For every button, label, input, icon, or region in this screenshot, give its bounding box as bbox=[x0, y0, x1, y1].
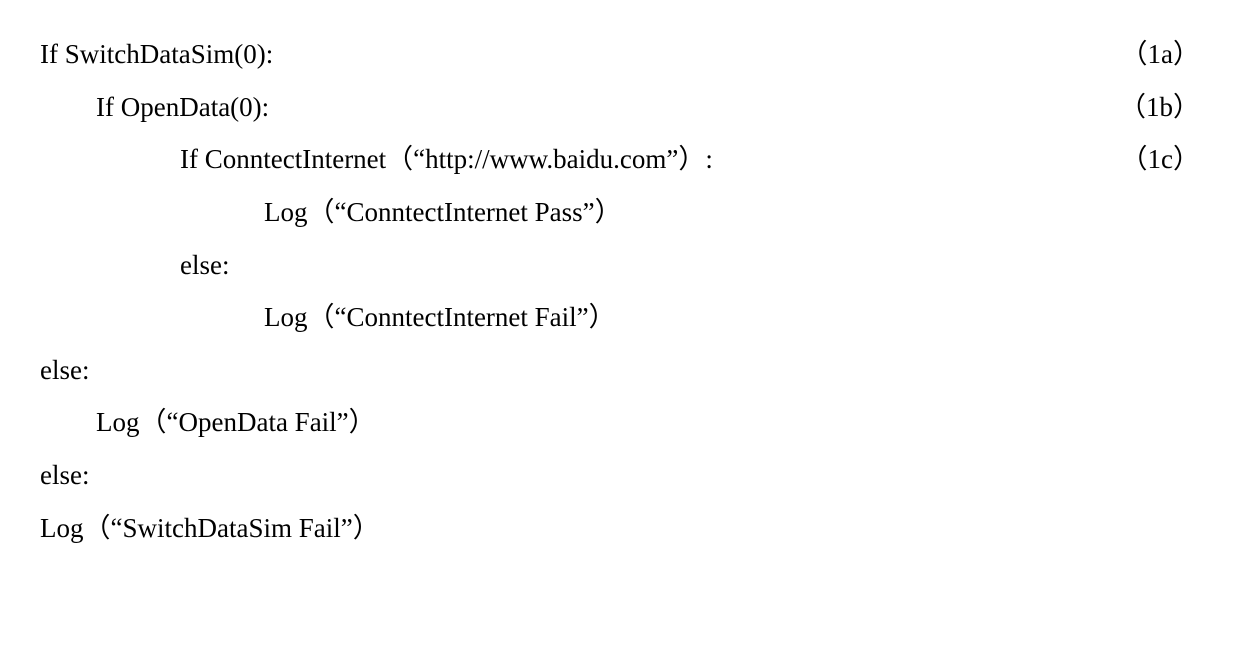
code-text: Log（“SwitchDataSim Fail”） bbox=[40, 502, 380, 555]
code-text: If SwitchDataSim(0): bbox=[40, 28, 273, 81]
code-text: else: bbox=[40, 344, 89, 397]
code-text: else: bbox=[40, 449, 89, 502]
code-line: else: bbox=[40, 239, 1200, 292]
line-number: （1c） bbox=[1121, 133, 1200, 186]
code-text: Log（“OpenData Fail”） bbox=[40, 396, 376, 449]
code-line: else: bbox=[40, 344, 1200, 397]
code-line: Log（“ConntectInternet Pass”） bbox=[40, 186, 1200, 239]
code-text: Log（“ConntectInternet Pass”） bbox=[40, 186, 622, 239]
code-block: If SwitchDataSim(0): （1a） If OpenData(0)… bbox=[40, 28, 1200, 554]
line-number: （1a） bbox=[1121, 28, 1200, 81]
line-number: （1b） bbox=[1119, 81, 1200, 134]
code-line: Log（“SwitchDataSim Fail”） bbox=[40, 502, 1200, 555]
code-line: If SwitchDataSim(0): （1a） bbox=[40, 28, 1200, 81]
code-line: If ConntectInternet（“http://www.baidu.co… bbox=[40, 133, 1200, 186]
code-line: If OpenData(0): （1b） bbox=[40, 81, 1200, 134]
code-text: else: bbox=[40, 239, 229, 292]
code-line: Log（“ConntectInternet Fail”） bbox=[40, 291, 1200, 344]
code-text: If ConntectInternet（“http://www.baidu.co… bbox=[40, 133, 713, 186]
code-text: If OpenData(0): bbox=[40, 81, 269, 134]
code-line: else: bbox=[40, 449, 1200, 502]
code-text: Log（“ConntectInternet Fail”） bbox=[40, 291, 616, 344]
code-line: Log（“OpenData Fail”） bbox=[40, 396, 1200, 449]
